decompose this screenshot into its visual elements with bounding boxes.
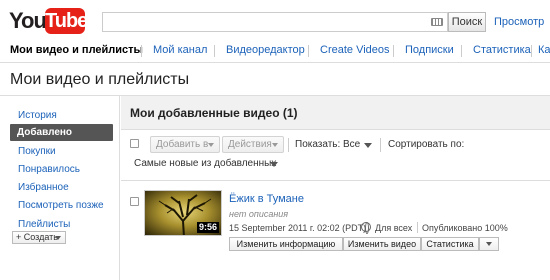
search-box	[102, 12, 448, 32]
chevron-down-icon	[272, 143, 278, 147]
sidebar-item-liked[interactable]: Понравилось	[18, 164, 80, 175]
page: You Tube Поиск Просмотр Мои видео и плей…	[0, 0, 550, 280]
edit-info-button[interactable]: Изменить информацию	[229, 237, 343, 251]
nav-divider	[308, 45, 309, 57]
show-filter-value[interactable]: Все	[343, 139, 360, 150]
meta-divider	[417, 222, 418, 233]
search-input[interactable]	[103, 13, 423, 31]
actions-button[interactable]: Действия	[222, 136, 284, 153]
nav-divider	[461, 45, 462, 57]
actions-label: Действия	[228, 139, 272, 150]
page-title: Мои видео и плейлисты	[10, 71, 190, 88]
divider	[121, 180, 550, 181]
sidebar-item-playlists[interactable]: Плейлисты	[18, 219, 70, 230]
sidebar: История Добавлено Покупки Понравилось Из…	[0, 96, 120, 280]
logo-tube-text: Tube	[45, 8, 88, 34]
chevron-down-icon[interactable]	[270, 162, 278, 167]
nav-create-videos[interactable]: Create Videos	[320, 44, 390, 56]
chevron-down-icon[interactable]	[364, 143, 372, 148]
toolbar-divider	[288, 138, 289, 152]
add-to-button[interactable]: Добавить в	[150, 136, 220, 153]
video-status: Опубликовано 100%	[422, 223, 508, 233]
edit-video-button[interactable]: Изменить видео	[343, 237, 421, 251]
sidebar-item-purchases[interactable]: Покупки	[18, 146, 56, 157]
nav-divider	[393, 45, 394, 57]
nav-video-editor[interactable]: Видеоредактор	[226, 44, 305, 56]
video-title-link[interactable]: Ёжик в Тумане	[229, 193, 304, 205]
create-button[interactable]: + Создать	[12, 231, 66, 244]
header: You Tube Поиск Просмотр	[0, 0, 550, 40]
toolbar-divider	[380, 138, 381, 152]
main-header: Мои добавленные видео (1)	[121, 96, 550, 130]
keyboard-icon[interactable]	[431, 18, 443, 26]
sort-value[interactable]: Самые новые из добавленных	[134, 158, 276, 169]
nav-my-channel[interactable]: Мой канал	[153, 44, 207, 56]
video-description: нет описания	[229, 209, 289, 219]
video-thumbnail[interactable]: 9:56	[144, 190, 222, 236]
nav-overflow[interactable]: Ка	[538, 44, 550, 56]
nav-my-videos[interactable]: Мои видео и плейлисты	[10, 44, 143, 56]
chevron-down-icon	[55, 236, 61, 240]
add-to-label: Добавить в	[156, 139, 209, 150]
show-label: Показать:	[295, 139, 341, 150]
create-button-label: + Создать	[16, 232, 58, 242]
sort-label: Сортировать по:	[388, 139, 465, 150]
top-nav: Мои видео и плейлисты Мой канал Видеоред…	[0, 40, 550, 63]
video-checkbox[interactable]	[130, 197, 139, 206]
chevron-down-icon	[486, 242, 492, 246]
logo-you-text: You	[9, 8, 47, 33]
nav-divider	[141, 45, 142, 57]
chevron-down-icon	[208, 143, 214, 147]
select-all-checkbox[interactable]	[130, 139, 139, 148]
video-date: 15 September 2011 г. 02:02 (PDT)	[229, 223, 367, 233]
search-button[interactable]: Поиск	[448, 12, 486, 32]
youtube-logo[interactable]: You Tube	[9, 8, 88, 34]
nav-statistics[interactable]: Статистика	[473, 44, 531, 56]
video-privacy: Для всех	[375, 223, 413, 233]
sidebar-item-uploaded[interactable]: Добавлено	[10, 124, 113, 141]
sidebar-item-favorites[interactable]: Избранное	[18, 182, 69, 193]
video-duration: 9:56	[196, 222, 219, 233]
globe-icon	[361, 222, 371, 234]
nav-divider	[214, 45, 215, 57]
browse-link[interactable]: Просмотр	[494, 16, 544, 28]
sidebar-item-watch-later[interactable]: Посмотреть позже	[18, 200, 104, 211]
main-title: Мои добавленные видео (1)	[130, 106, 298, 120]
nav-subscriptions[interactable]: Подписки	[405, 44, 454, 56]
sidebar-item-history[interactable]: История	[18, 110, 57, 121]
statistics-button[interactable]: Статистика	[421, 237, 479, 251]
nav-divider	[531, 45, 532, 57]
more-actions-button[interactable]	[479, 237, 499, 251]
